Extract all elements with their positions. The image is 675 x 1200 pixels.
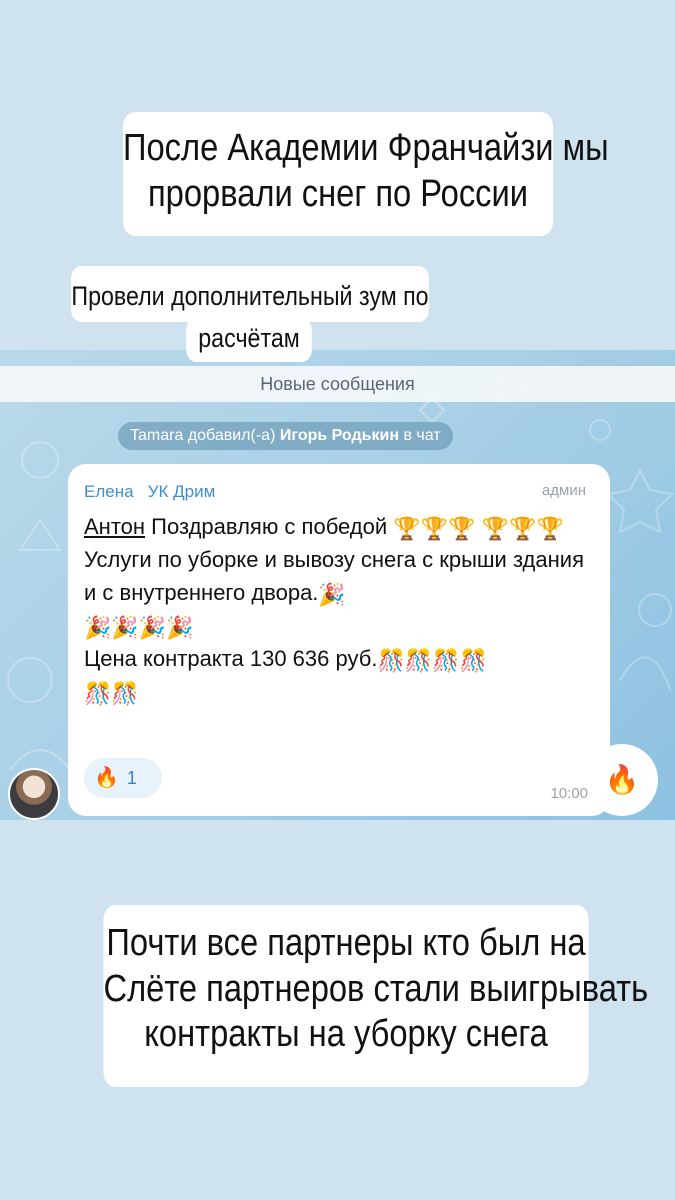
service-suffix: в чат [403,427,441,444]
trophy-icon: 🏆 [536,516,564,541]
message-text: Антон Поздравляю с победой 🏆🏆🏆 🏆🏆🏆 Услуг… [84,510,594,708]
caption-middle-line-2-box: расчётам [186,318,312,362]
service-message: Tamara добавил(-а) Игорь Родькин в чат [118,422,453,450]
confetti-ball-icon: 🎊 [84,681,112,706]
caption-top-line-1: После Академии Франчайзи мы [123,127,609,169]
message-time: 10:00 [550,785,588,802]
fire-icon: 🔥 [94,767,119,789]
confetti-ball-icon: 🎊 [377,648,405,673]
caption-middle-line-1-box: Провели дополнительный зум по [71,266,429,322]
trophy-icon: 🏆 [448,516,476,541]
party-popper-icon: 🎉 [111,615,139,640]
fire-icon: 🔥 [604,764,640,795]
confetti-ball-icon: 🎊 [404,648,433,673]
confetti-ball-icon: 🎊 [432,648,460,673]
quick-reaction-button[interactable]: 🔥 [586,744,658,816]
caption-top-line-2: прорвали снег по России [147,172,529,215]
service-actor[interactable]: Tamara [130,427,183,444]
caption-bottom-line-3: контракты на уборку снега [144,1013,548,1056]
admin-badge: админ [541,482,586,499]
caption-bottom: Почти все партнеры кто был на Слёте парт… [103,905,649,1087]
party-popper-icon: 🎉 [166,615,194,640]
party-popper-icon: 🎉 [84,615,112,640]
sender-company: УК Дрим [147,482,216,501]
trophy-icon: 🏆 [481,516,510,541]
trophy-icon: 🏆 [393,516,421,541]
confetti-ball-icon: 🎊 [111,681,139,706]
confetti-ball-icon: 🎊 [459,648,488,673]
new-messages-divider: Новые сообщения [0,366,675,402]
service-action: добавил(-а) [187,427,276,444]
message-line-3: Цена контракта 130 636 руб. [84,646,378,671]
caption-middle-line-2: расчётам [198,323,300,353]
service-target[interactable]: Игорь Родькин [280,427,399,444]
caption-top: После Академии Франчайзи мы прорвали сне… [123,112,609,236]
party-popper-icon: 🎉 [318,582,346,607]
avatar[interactable] [8,768,60,820]
message-header: Елена УК Дрим админ [84,482,594,506]
caption-middle-line-1: Провели дополнительный зум по [71,281,429,311]
reaction-count: 1 [126,768,137,788]
caption-bottom-line-1: Почти все партнеры кто был на [106,922,586,964]
message-bubble[interactable]: Елена УК Дрим админ Антон Поздравляю с п… [68,464,610,816]
caption-bottom-line-2: Слёте партнеров стали выигрывать [103,967,649,1010]
sender-name[interactable]: Елена [84,482,134,501]
message-line-1: Поздравляю с победой [151,514,388,539]
trophy-icon: 🏆 [420,516,449,541]
mention-link[interactable]: Антон [84,514,145,539]
trophy-icon: 🏆 [509,516,537,541]
reaction-chip[interactable]: 🔥 1 [84,758,162,798]
chat-screenshot: Новые сообщения Tamara добавил(-а) Игорь… [0,350,675,820]
party-popper-icon: 🎉 [138,615,167,640]
